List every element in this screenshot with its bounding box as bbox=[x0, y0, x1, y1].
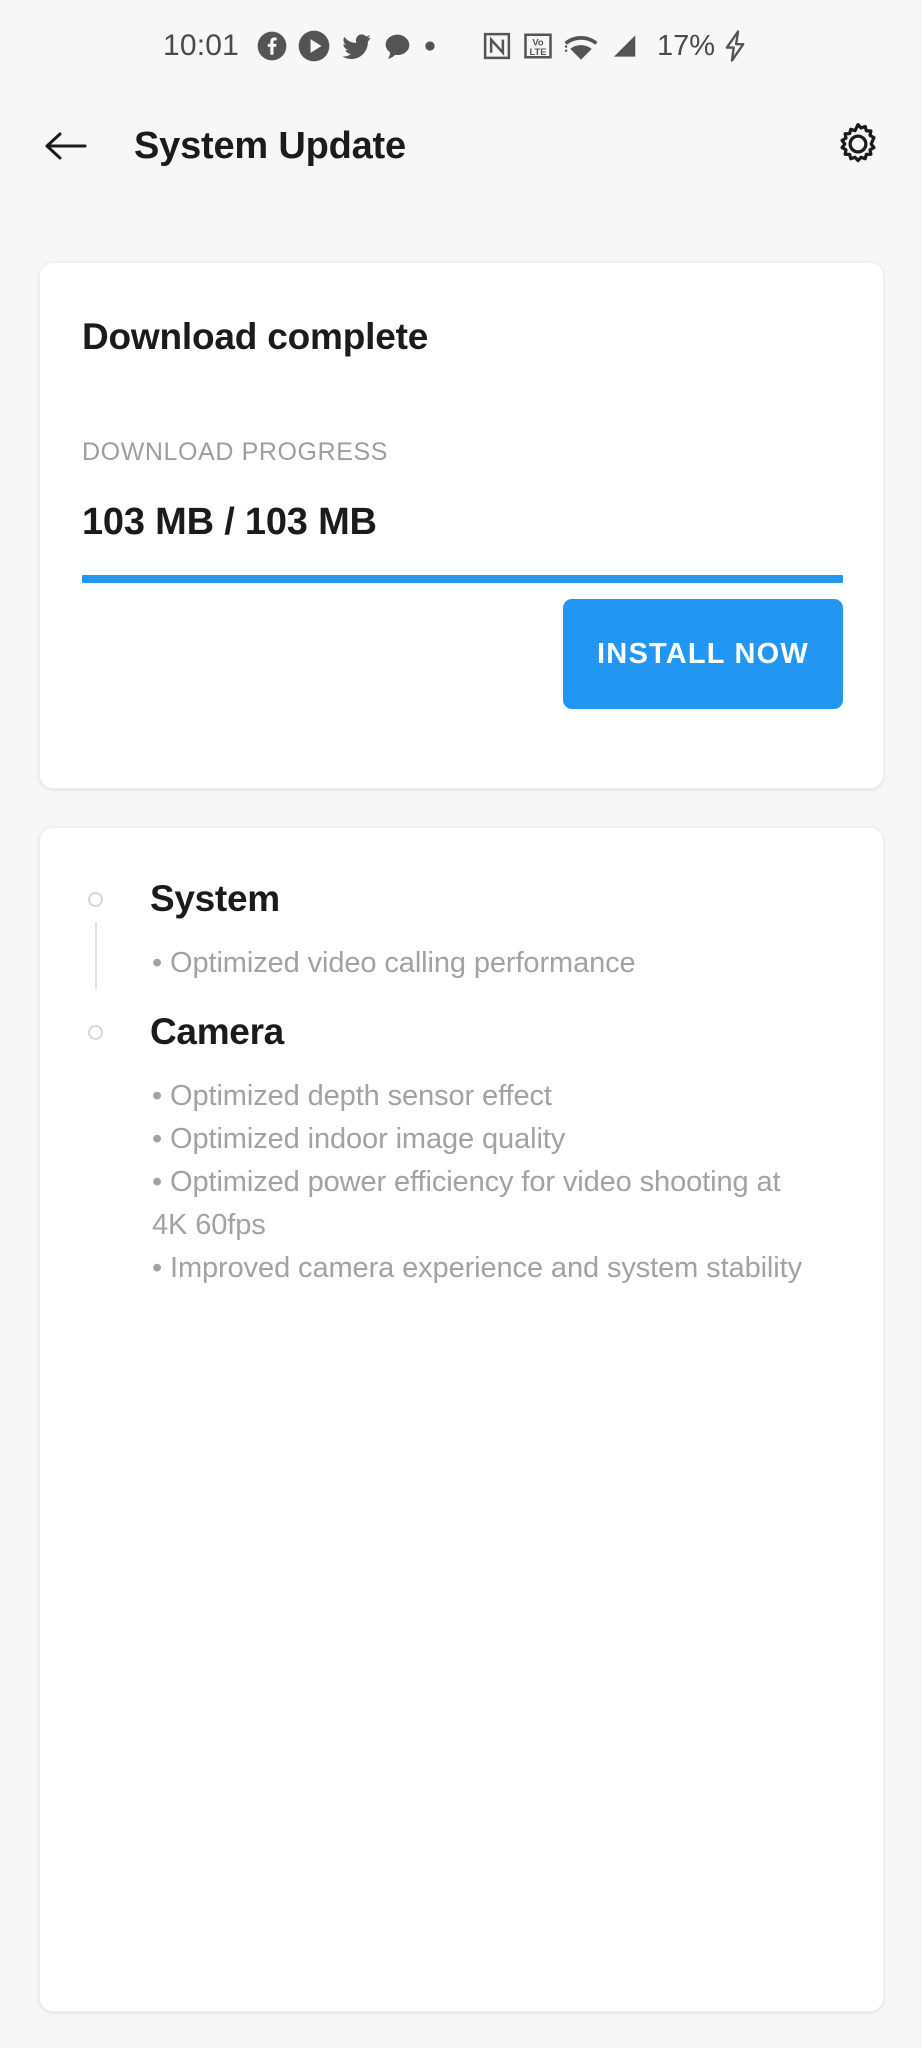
changelog-card: System • Optimized video calling performa… bbox=[39, 827, 884, 2012]
svg-text:LTE: LTE bbox=[530, 47, 547, 57]
download-size-text: 103 MB / 103 MB bbox=[82, 501, 377, 543]
facebook-icon bbox=[257, 31, 287, 61]
dot-icon bbox=[423, 39, 437, 53]
back-button[interactable] bbox=[30, 110, 102, 182]
timeline-marker bbox=[88, 1025, 103, 1040]
install-now-button[interactable]: INSTALL NOW bbox=[563, 599, 843, 709]
timeline-marker bbox=[88, 892, 103, 907]
battery-percent: 17% bbox=[657, 29, 716, 62]
changelog-item: • Optimized indoor image quality bbox=[152, 1123, 566, 1155]
download-progress-bar bbox=[82, 575, 843, 583]
settings-button[interactable] bbox=[826, 114, 890, 178]
charging-bolt-icon bbox=[722, 30, 748, 62]
chat-bubble-icon bbox=[383, 32, 412, 61]
download-progress-fill bbox=[82, 575, 843, 583]
signal-icon bbox=[609, 31, 639, 61]
changelog-item: • Optimized depth sensor effect bbox=[152, 1080, 552, 1112]
changelog-item: • Optimized video calling performance bbox=[152, 947, 636, 979]
volte-icon: Vo LTE bbox=[523, 31, 553, 61]
download-progress-label: DOWNLOAD PROGRESS bbox=[82, 438, 389, 466]
wifi-icon bbox=[564, 31, 598, 61]
nfc-icon bbox=[482, 31, 512, 61]
page-title: System Update bbox=[134, 125, 406, 167]
twitter-icon bbox=[341, 31, 372, 62]
play-circle-icon bbox=[298, 30, 330, 62]
app-bar: System Update bbox=[0, 92, 922, 200]
changelog-item: • Optimized power efficiency for video s… bbox=[152, 1166, 781, 1241]
status-time: 10:01 bbox=[162, 29, 240, 62]
changelog-group-heading: System bbox=[150, 878, 280, 919]
download-status-title: Download complete bbox=[82, 316, 429, 357]
download-card: Download complete DOWNLOAD PROGRESS 103 … bbox=[39, 262, 884, 789]
timeline-connector bbox=[95, 922, 97, 989]
status-bar: 10:01 Vo LTE 17% bbox=[0, 0, 922, 92]
changelog-item: • Improved camera experience and system … bbox=[152, 1252, 802, 1284]
changelog-group-heading: Camera bbox=[150, 1011, 284, 1052]
gear-icon bbox=[835, 121, 881, 172]
